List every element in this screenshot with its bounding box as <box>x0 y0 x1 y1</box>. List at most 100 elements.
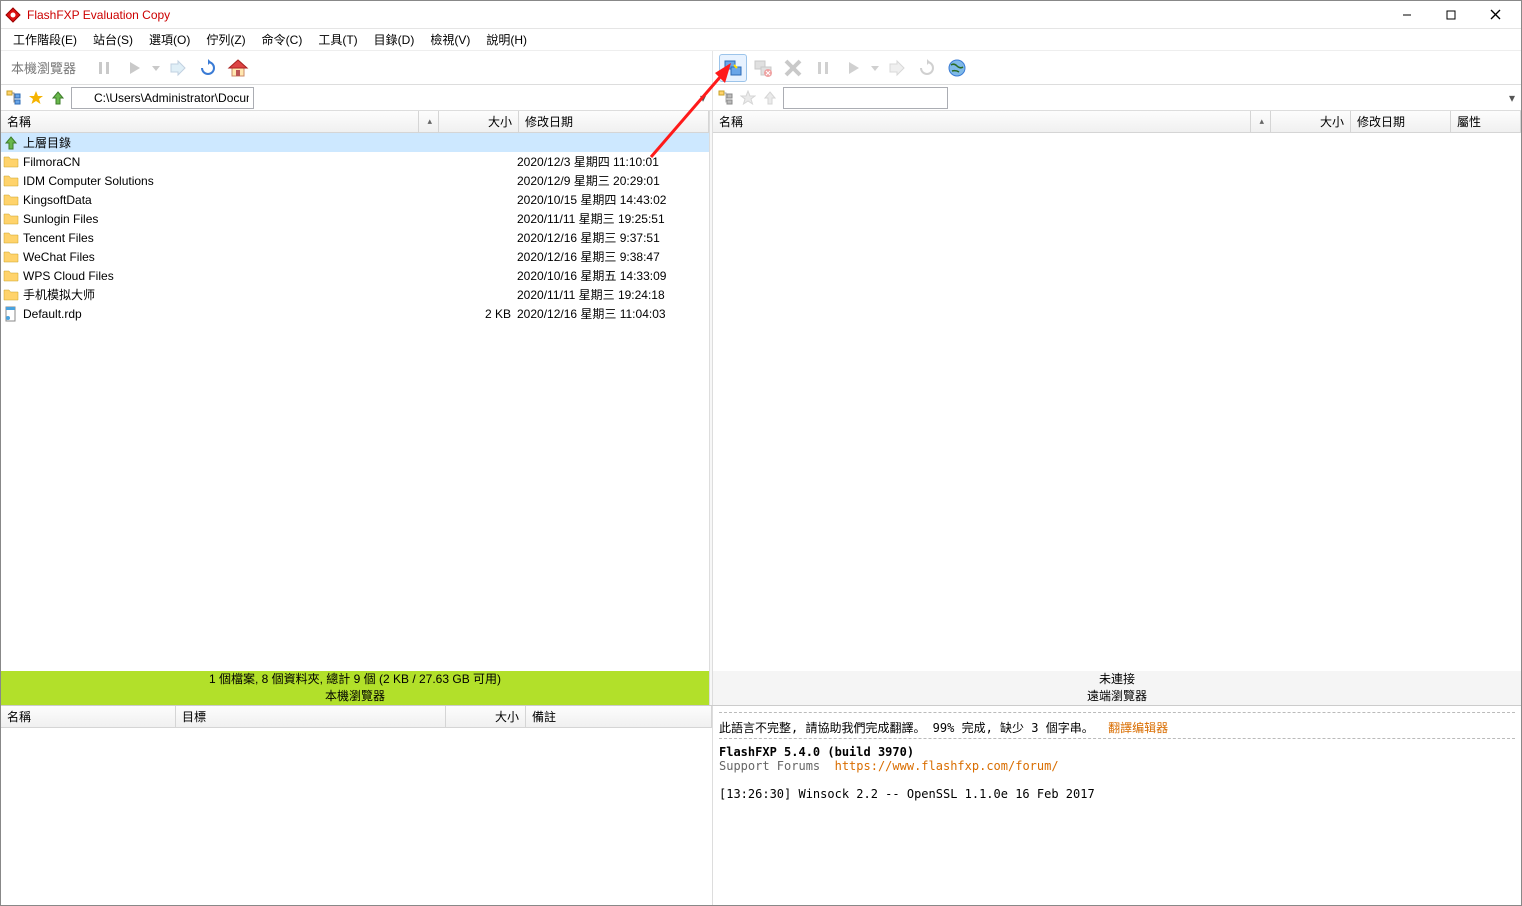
tree-icon-remote[interactable] <box>717 89 735 107</box>
local-path-input[interactable] <box>71 87 254 109</box>
local-pane-label: 本機瀏覽器 <box>1 688 709 705</box>
remote-list[interactable] <box>713 133 1521 671</box>
log-lang-note: 此語言不完整, 請協助我們完成翻譯。 99% 完成, 缺少 3 個字串。 <box>719 721 1094 735</box>
menu-item[interactable]: 目錄(D) <box>366 29 423 50</box>
refresh-button-local[interactable] <box>194 54 222 82</box>
list-item[interactable]: IDM Computer Solutions2020/12/9 星期三 20:2… <box>1 171 709 190</box>
local-browser-label: 本機瀏覽器 <box>7 56 80 79</box>
pause-button-local[interactable] <box>90 54 118 82</box>
item-date: 2020/12/3 星期四 11:10:01 <box>517 153 707 170</box>
item-date: 2020/10/16 星期五 14:33:09 <box>517 267 707 284</box>
play-dropdown-local[interactable] <box>150 54 162 82</box>
local-list[interactable]: 上層目錄 FilmoraCN 2020/12/3 星期四 11:10:01IDM C… <box>1 133 709 671</box>
list-item[interactable]: 手机模拟大师2020/11/11 星期三 19:24:18 <box>1 285 709 304</box>
log-line: [13:26:30] Winsock 2.2 -- OpenSSL 1.1.0e… <box>719 787 1515 801</box>
queue-list[interactable] <box>1 728 712 905</box>
abort-button[interactable] <box>779 54 807 82</box>
menu-item[interactable]: 佇列(Z) <box>198 29 253 50</box>
play-button-remote[interactable] <box>839 54 867 82</box>
item-size: 2 KB <box>437 307 517 321</box>
remote-path-input[interactable] <box>783 87 948 109</box>
play-dropdown-remote[interactable] <box>869 54 881 82</box>
window-title: FlashFXP Evaluation Copy <box>27 8 1385 22</box>
queue-col-size[interactable]: 大小 <box>446 706 526 727</box>
item-name: Default.rdp <box>23 307 437 321</box>
close-button[interactable] <box>1473 1 1517 29</box>
play-button-local[interactable] <box>120 54 148 82</box>
col-size[interactable]: 大小 <box>439 111 519 132</box>
col-size-remote[interactable]: 大小 <box>1271 111 1351 132</box>
queue-header: 名稱 目標 大小 備註 <box>1 706 712 728</box>
list-item[interactable]: Tencent Files2020/12/16 星期三 9:37:51 <box>1 228 709 247</box>
pause-button-remote[interactable] <box>809 54 837 82</box>
home-button-local[interactable] <box>224 54 252 82</box>
tree-icon[interactable] <box>5 89 23 107</box>
remote-pane: 名稱 ▴ 大小 修改日期 屬性 未連接 遠端瀏覽器 <box>713 111 1521 705</box>
globe-button[interactable] <box>943 54 971 82</box>
log-pane[interactable]: 此語言不完整, 請協助我們完成翻譯。 99% 完成, 缺少 3 個字串。 翻譯编… <box>713 706 1521 905</box>
menu-item[interactable]: 命令(C) <box>254 29 311 50</box>
favorite-icon[interactable] <box>27 89 45 107</box>
list-item[interactable]: WPS Cloud Files 2020/10/16 星期五 14:33:09 <box>1 266 709 285</box>
toolbar-remote <box>713 51 1521 84</box>
queue-pane: 名稱 目標 大小 備註 <box>1 706 713 905</box>
list-item[interactable]: 上層目錄 <box>1 133 709 152</box>
item-name: FilmoraCN <box>23 155 437 169</box>
menu-item[interactable]: 說明(H) <box>478 29 535 50</box>
app-icon <box>5 7 21 23</box>
menu-item[interactable]: 工作階段(E) <box>5 29 85 50</box>
folder-icon <box>3 268 19 284</box>
remote-list-header: 名稱 ▴ 大小 修改日期 屬性 <box>713 111 1521 133</box>
file-icon <box>3 306 19 322</box>
item-date: 2020/11/11 星期三 19:24:18 <box>517 286 707 303</box>
col-sort-indicator[interactable]: ▴ <box>419 111 439 132</box>
list-item[interactable]: FilmoraCN 2020/12/3 星期四 11:10:01 <box>1 152 709 171</box>
forum-link[interactable]: https://www.flashfxp.com/forum/ <box>835 759 1059 773</box>
minimize-button[interactable] <box>1385 1 1429 29</box>
col-attr-remote[interactable]: 屬性 <box>1451 111 1521 132</box>
item-date: 2020/10/15 星期四 14:43:02 <box>517 191 707 208</box>
up-icon-remote[interactable] <box>761 89 779 107</box>
col-name[interactable]: 名稱 <box>1 111 419 132</box>
menu-item[interactable]: 檢視(V) <box>422 29 478 50</box>
col-date[interactable]: 修改日期 <box>519 111 709 132</box>
local-status: 1 個檔案, 8 個資料夾, 總計 9 個 (2 KB / 27.63 GB 可… <box>1 671 709 688</box>
queue-col-note[interactable]: 備註 <box>526 706 712 727</box>
connect-button[interactable] <box>719 54 747 82</box>
disconnect-button[interactable] <box>749 54 777 82</box>
refresh-button-remote[interactable] <box>913 54 941 82</box>
list-item[interactable]: Sunlogin Files2020/11/11 星期三 19:25:51 <box>1 209 709 228</box>
menu-item[interactable]: 站台(S) <box>85 29 141 50</box>
log-product: FlashFXP 5.4.0 (build 3970) <box>719 745 914 759</box>
col-date-remote[interactable]: 修改日期 <box>1351 111 1451 132</box>
remote-pane-label: 遠端瀏覽器 <box>713 688 1521 705</box>
address-bar-local: ▾ <box>1 85 713 110</box>
remote-status: 未連接 <box>713 671 1521 688</box>
queue-col-target[interactable]: 目標 <box>176 706 446 727</box>
folder-icon <box>3 154 19 170</box>
log-lang-line: 此語言不完整, 請協助我們完成翻譯。 99% 完成, 缺少 3 個字串。 翻譯编… <box>719 719 1515 736</box>
list-item[interactable]: WeChat Files 2020/12/16 星期三 9:38:47 <box>1 247 709 266</box>
menu-item[interactable]: 選項(O) <box>141 29 198 50</box>
translate-editor-link[interactable]: 翻譯编辑器 <box>1108 721 1168 735</box>
path-dropdown-icon[interactable]: ▾ <box>700 91 706 105</box>
item-date: 2020/12/9 星期三 20:29:01 <box>517 172 707 189</box>
favorite-icon-remote[interactable] <box>739 89 757 107</box>
folder-icon <box>3 173 19 189</box>
folder-icon <box>3 249 19 265</box>
col-sort-indicator-remote[interactable]: ▴ <box>1251 111 1271 132</box>
up-icon[interactable] <box>49 89 67 107</box>
transfer-button-local[interactable] <box>164 54 192 82</box>
up-folder-icon <box>3 135 19 151</box>
item-name: WeChat Files <box>23 250 437 264</box>
item-date: 2020/12/16 星期三 9:38:47 <box>517 248 707 265</box>
remote-path-dropdown-icon[interactable]: ▾ <box>1509 91 1515 105</box>
queue-col-name[interactable]: 名稱 <box>1 706 176 727</box>
item-name: WPS Cloud Files <box>23 269 437 283</box>
maximize-button[interactable] <box>1429 1 1473 29</box>
menu-item[interactable]: 工具(T) <box>310 29 365 50</box>
list-item[interactable]: Default.rdp2 KB2020/12/16 星期三 11:04:03 <box>1 304 709 323</box>
list-item[interactable]: KingsoftData2020/10/15 星期四 14:43:02 <box>1 190 709 209</box>
col-name-remote[interactable]: 名稱 <box>713 111 1251 132</box>
transfer-button-remote[interactable] <box>883 54 911 82</box>
